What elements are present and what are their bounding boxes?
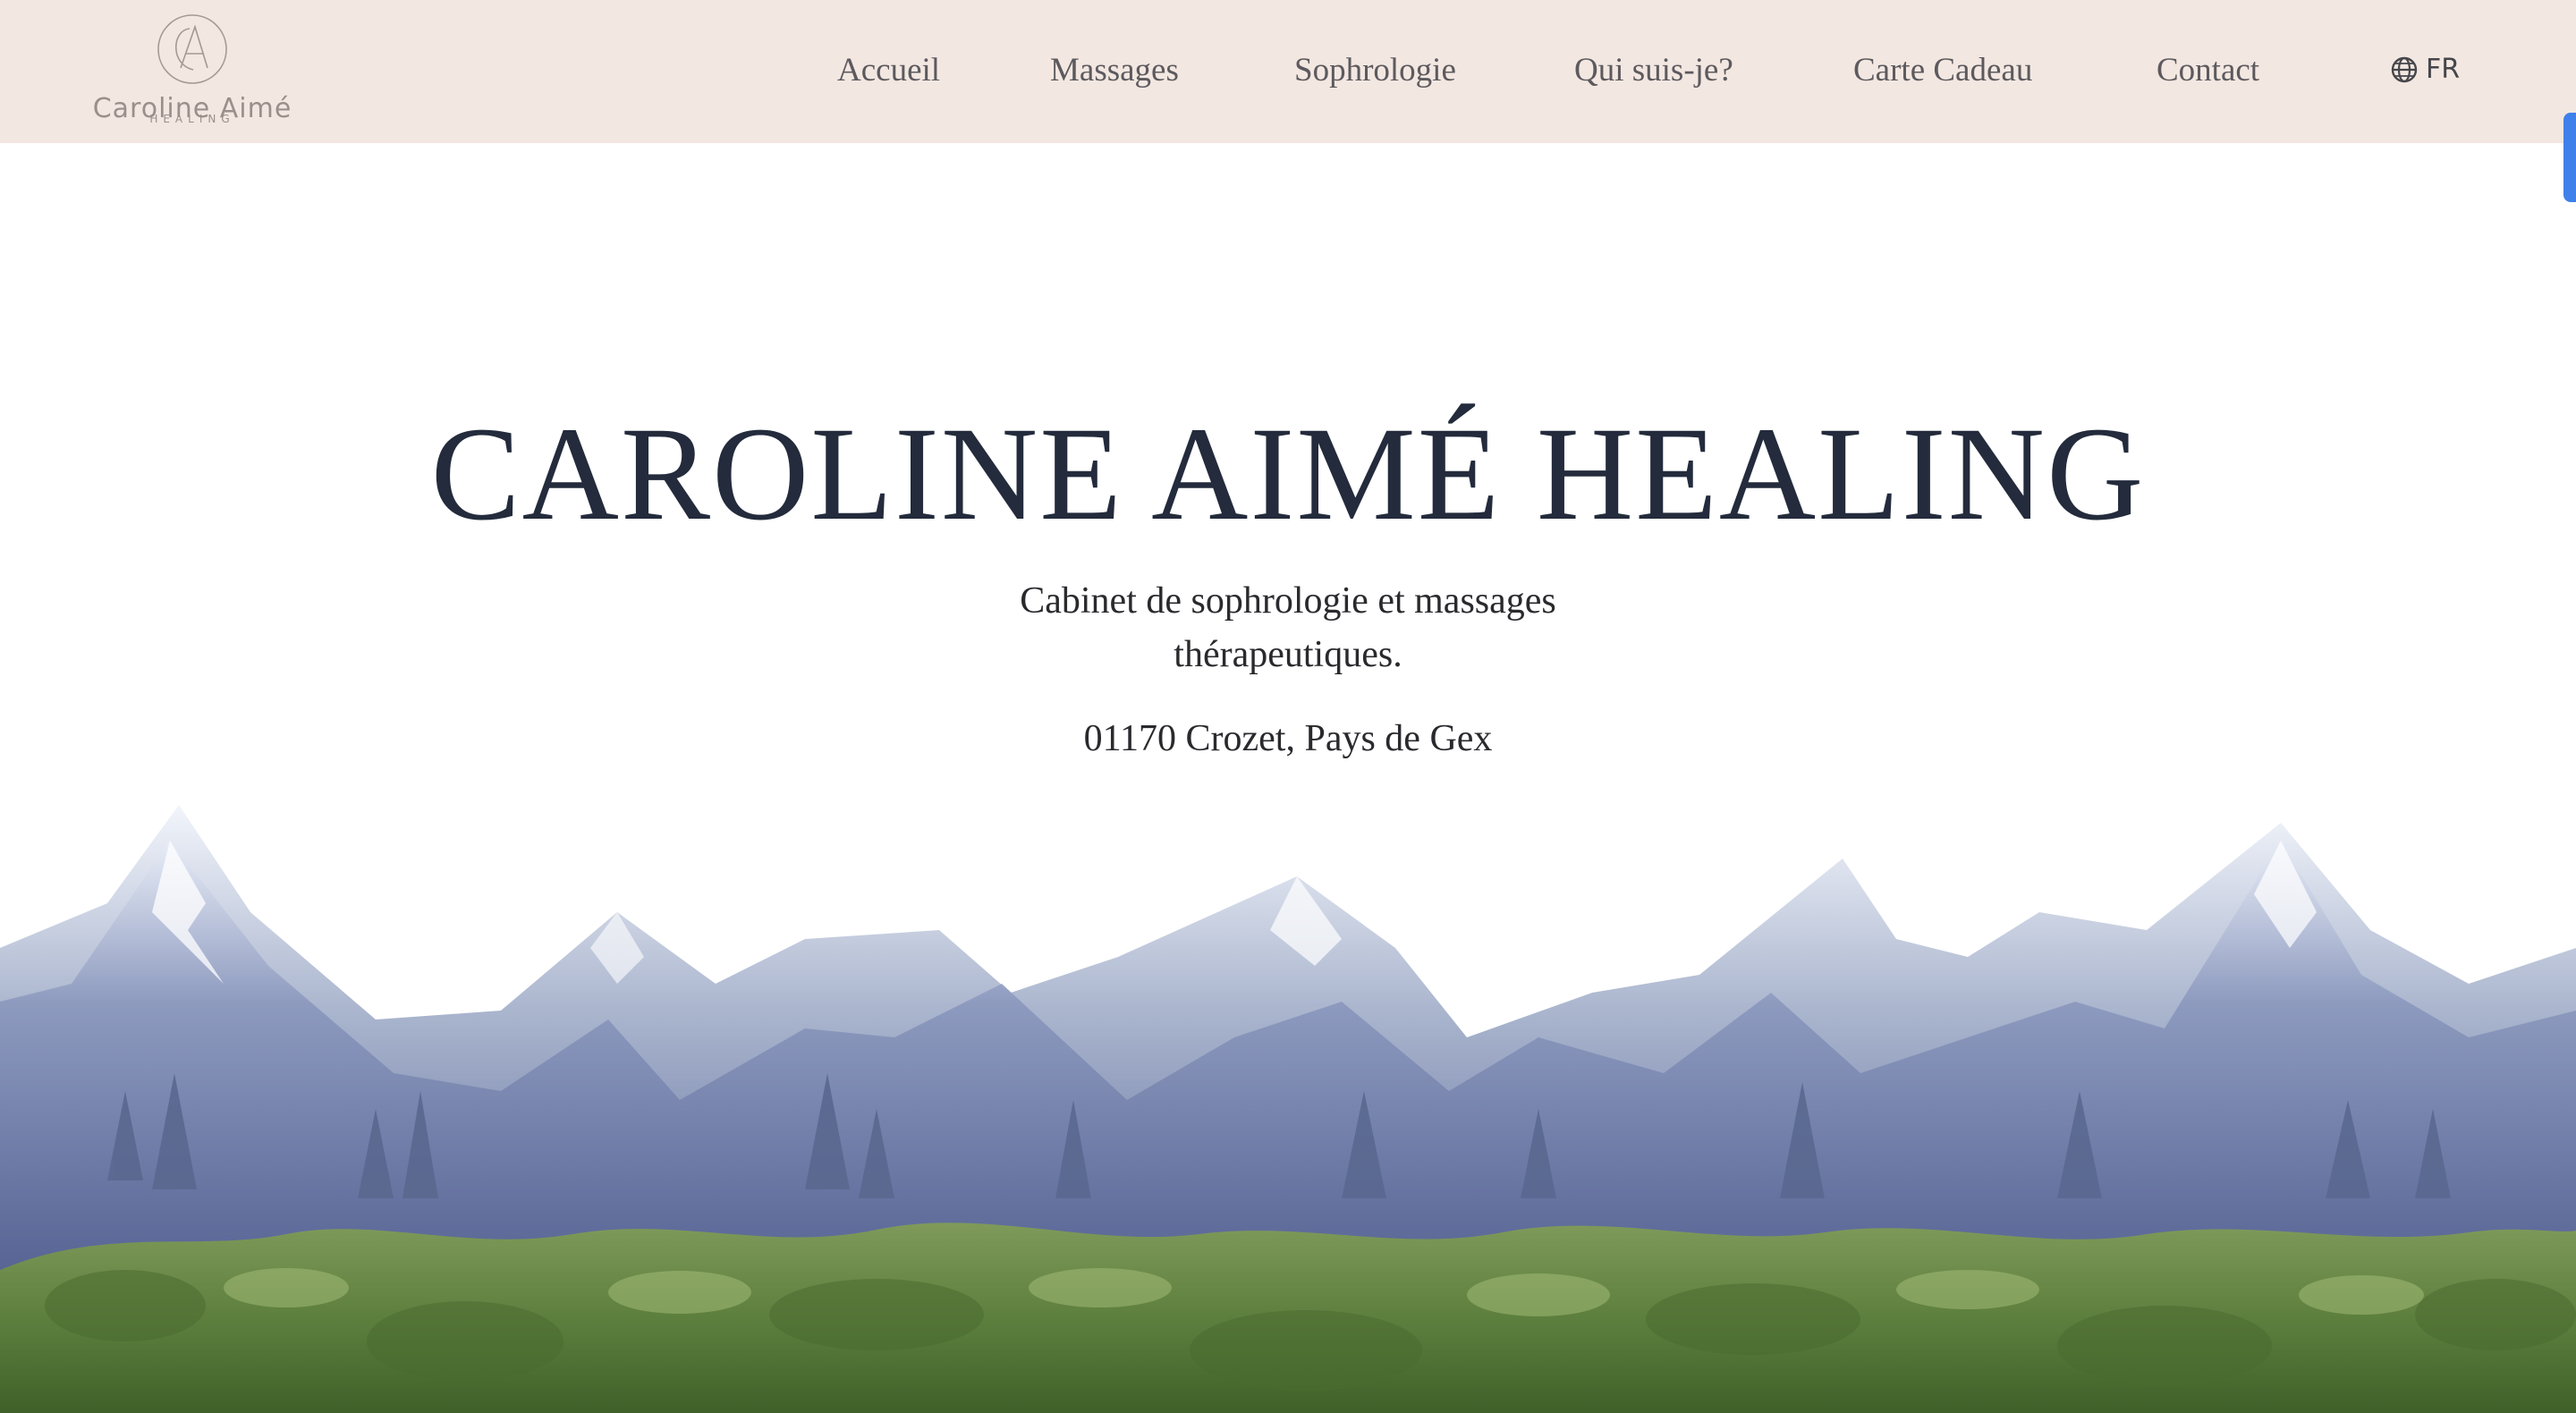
language-label: FR <box>2426 54 2461 85</box>
logo-tagline: HEALING <box>149 113 235 125</box>
nav-item-carte-cadeau[interactable]: Carte Cadeau <box>1853 48 2032 93</box>
nav-item-qui-suis-je[interactable]: Qui suis-je? <box>1574 48 1733 93</box>
nav-item-massages[interactable]: Massages <box>1050 48 1179 93</box>
logo-monogram-icon <box>157 14 227 84</box>
globe-icon <box>2391 56 2418 83</box>
site-logo[interactable]: Caroline Aimé HEALING <box>89 11 295 132</box>
nav-item-accueil[interactable]: Accueil <box>837 48 940 93</box>
nav-item-contact[interactable]: Contact <box>2157 48 2259 93</box>
nav-item-sophrologie[interactable]: Sophrologie <box>1294 48 1456 93</box>
mountain-landscape-illustration <box>0 805 2576 1413</box>
hero-title: CAROLINE AIMÉ HEALING <box>430 400 2146 548</box>
side-feedback-tab[interactable] <box>2563 113 2576 202</box>
hero-location: 01170 Crozet, Pays de Gex <box>1083 718 1493 759</box>
hero-subtitle: Cabinet de sophrologie et massages théra… <box>1020 580 1556 675</box>
site-header: Caroline Aimé HEALING Accueil Massages S… <box>0 0 2576 143</box>
